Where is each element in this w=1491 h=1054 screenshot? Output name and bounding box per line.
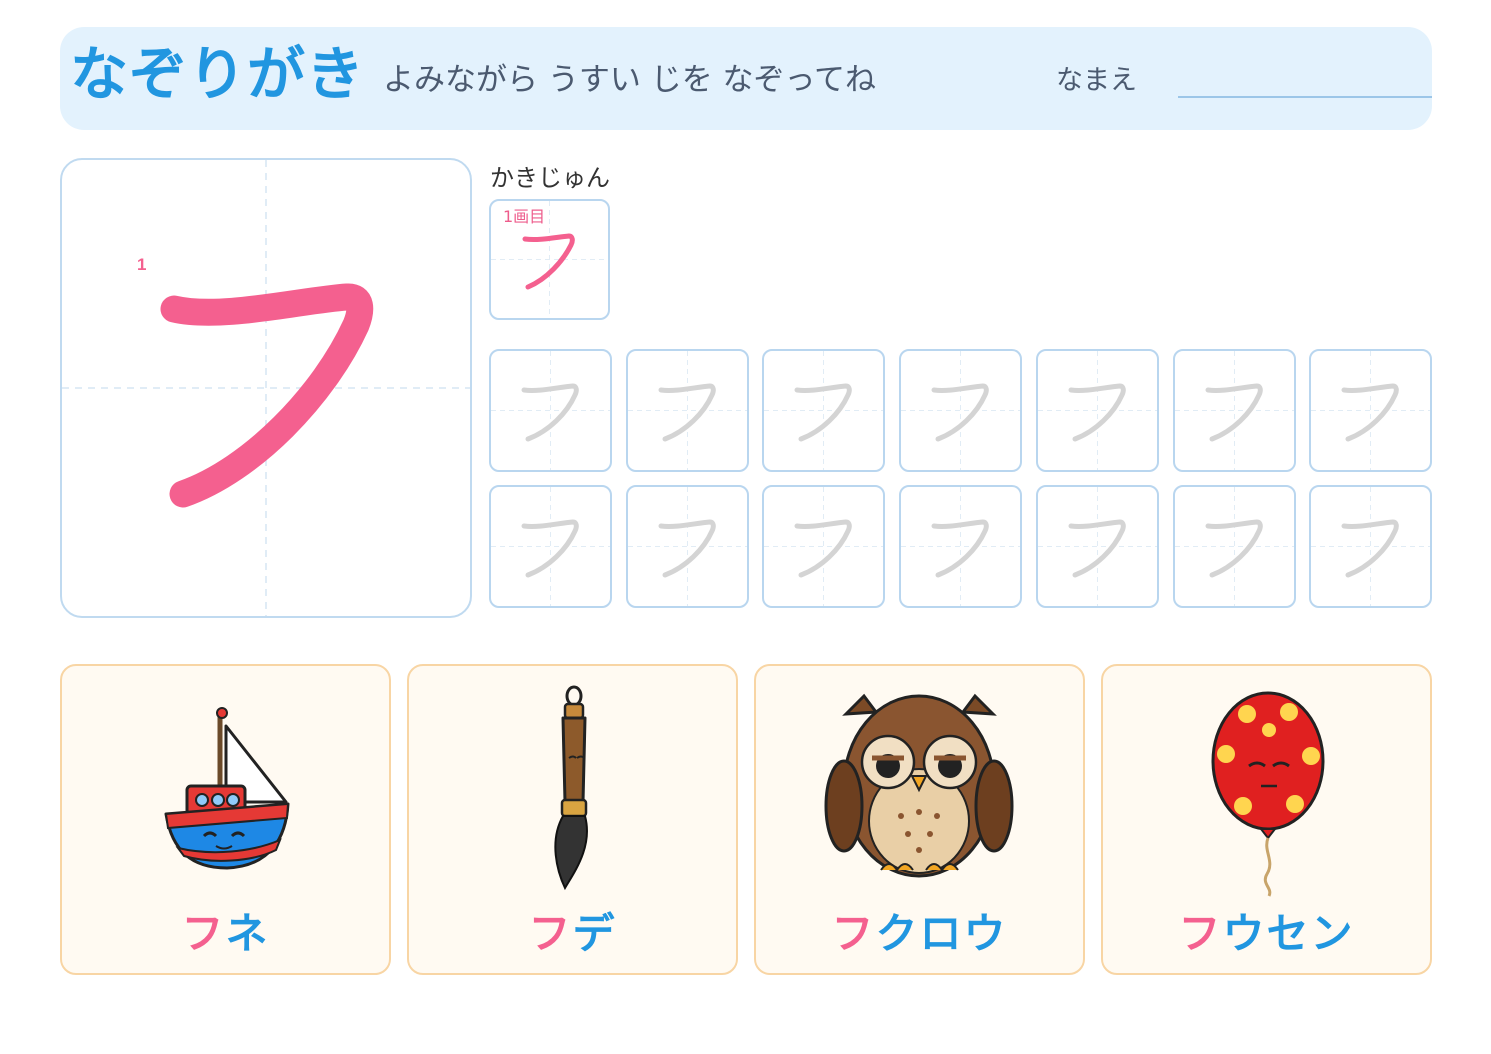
trace-guide <box>1038 351 1157 470</box>
practice-cell[interactable] <box>899 349 1022 472</box>
practice-cell[interactable] <box>626 485 749 608</box>
model-character: 1 <box>62 160 470 616</box>
practice-cell[interactable] <box>489 349 612 472</box>
practice-cell[interactable] <box>489 485 612 608</box>
trace-guide <box>1311 487 1430 606</box>
boat-icon <box>164 707 290 870</box>
practice-cell[interactable] <box>1036 485 1159 608</box>
page-title: なぞりがき <box>70 40 366 108</box>
worksheet-header: なぞりがき よみながら うすい じを なぞってね なまえ <box>60 27 1432 130</box>
stroke-number: 1 <box>137 255 146 274</box>
practice-cell[interactable] <box>1036 349 1159 472</box>
instructions: よみながら うすい じを なぞってね <box>383 62 877 98</box>
word-card-fukurou: フクロウ <box>754 664 1085 975</box>
word-card-fune: フネ <box>60 664 391 975</box>
trace-guide <box>1038 487 1157 606</box>
trace-guide <box>628 351 747 470</box>
trace-guide <box>764 351 883 470</box>
word-card-fude: フデ <box>407 664 738 975</box>
practice-cell[interactable] <box>1309 349 1432 472</box>
word-fuusen: フウセン <box>1178 909 1355 958</box>
brush-icon <box>554 685 588 891</box>
word-card-fuusen: フウセン <box>1101 664 1432 975</box>
trace-guide <box>491 487 610 606</box>
stroke-step-label: 1画目 <box>503 207 546 226</box>
fu-stroke-1 <box>160 283 374 508</box>
name-field[interactable] <box>1178 96 1432 98</box>
word-fukurou: フクロウ <box>831 909 1008 958</box>
practice-cell[interactable] <box>1173 485 1296 608</box>
trace-guide <box>764 487 883 606</box>
trace-guide <box>491 351 610 470</box>
model-character-box: 1 <box>60 158 472 618</box>
trace-guide <box>628 487 747 606</box>
balloon-icon <box>1211 691 1325 897</box>
trace-guide <box>1175 351 1294 470</box>
trace-guide <box>1175 487 1294 606</box>
practice-cell[interactable] <box>899 485 1022 608</box>
practice-cell[interactable] <box>1309 485 1432 608</box>
trace-guide <box>1311 351 1430 470</box>
trace-guide <box>901 351 1020 470</box>
stroke-order-label: かきじゅん <box>490 164 610 192</box>
practice-cell[interactable] <box>626 349 749 472</box>
name-label: なまえ <box>1056 65 1137 96</box>
trace-guide <box>901 487 1020 606</box>
practice-cell[interactable] <box>762 485 885 608</box>
practice-cell[interactable] <box>1173 349 1296 472</box>
practice-cell[interactable] <box>762 349 885 472</box>
word-fude: フデ <box>528 909 617 958</box>
owl-icon <box>824 693 1014 878</box>
stroke-order-step-1: 1画目 <box>489 199 610 320</box>
word-fune: フネ <box>181 909 270 958</box>
